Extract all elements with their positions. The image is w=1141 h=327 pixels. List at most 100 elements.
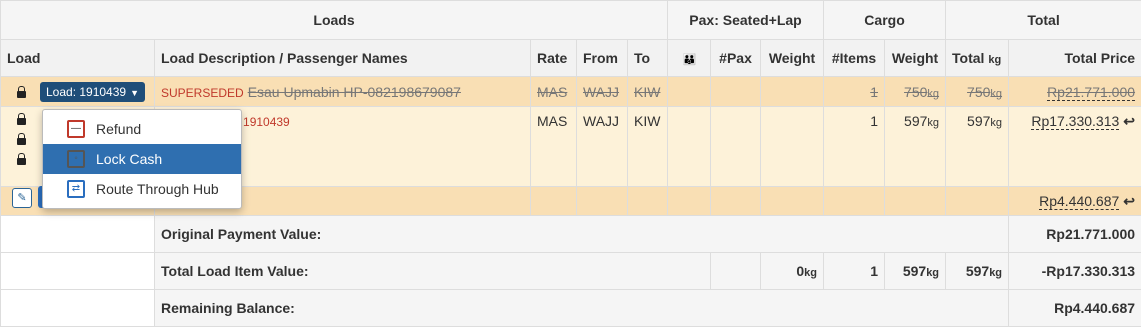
load-cell: Load: 1910439 ▼ [1,77,155,107]
group-header-loads: Loads [1,1,668,40]
lock-icon [17,158,26,165]
col-num-items: #Items [824,40,885,77]
num-pax-cell [711,77,761,107]
pax-icon-cell [668,187,711,216]
group-header-pax: Pax: Seated+Lap [668,1,824,40]
weight-cell [761,107,824,187]
total-kg-cell: 750kg [946,77,1009,107]
edit-icon[interactable]: ✎ [12,188,32,208]
summary-label: Total Load Item Value: [155,253,711,290]
load-dropdown-label: Load: 1910439 [46,85,126,99]
price-cell: Rp17.330.313↩ [1009,107,1141,187]
items-cell: 1 [824,107,885,187]
rate-cell: MAS [531,107,577,187]
col-to: To [628,40,668,77]
col-load: Load [1,40,155,77]
menu-item-label: Refund [96,121,141,137]
summary-row-original: Original Payment Value: Rp21.771.000 [1,216,1141,253]
summary-row-items: Total Load Item Value: 0kg 1 597kg 597kg… [1,253,1141,290]
summary-value: Rp21.771.000 [1009,216,1141,253]
unit: kg [989,267,1002,279]
caret-down-icon: ▼ [130,88,139,98]
summary-value: Rp4.440.687 [1009,290,1141,327]
unit: kg [990,117,1002,129]
summary-spacer [1,216,155,253]
column-header-row: Load Load Description / Passenger Names … [1,40,1141,77]
from-cell: WAJJ [577,107,628,187]
price-cell: Rp21.771.000 [1009,77,1141,107]
summary-weight-value: 0 [796,263,804,279]
col-rate: Rate [531,40,577,77]
menu-item-label: Lock Cash [96,151,162,167]
return-arrow-icon: ↩ [1123,193,1135,209]
description-cell: SUPERSEDEDEsau Upmabin HP-082198679087 [155,77,531,107]
menu-item-refund[interactable]: — Refund [43,114,241,144]
load-dropdown-menu: — Refund ◦ Lock Cash ⇄ Route Through Hub [42,109,242,209]
summary-label: Remaining Balance: [155,290,1009,327]
return-arrow-icon: ↩ [1123,113,1135,129]
summary-row-remaining: Remaining Balance: Rp4.440.687 [1,290,1141,327]
price-cell: Rp4.440.687↩ [1009,187,1141,216]
summary-num-pax [711,253,761,290]
col-weight: Weight [761,40,824,77]
price-value[interactable]: Rp17.330.313 [1031,113,1119,130]
price-value[interactable]: Rp4.440.687 [1039,193,1119,210]
load-dropdown-button[interactable]: Load: 1910439 ▼ [40,82,145,102]
col-pax-icon: 👪 [668,40,711,77]
summary-items: 1 [824,253,885,290]
total-kg-cell [946,187,1009,216]
route-hub-icon: ⇄ [67,180,85,198]
summary-weight: 0kg [761,253,824,290]
people-icon: 👪 [683,54,696,66]
menu-item-route-through-hub[interactable]: ⇄ Route Through Hub [43,174,241,204]
rate-cell: MAS [531,77,577,107]
unit: kg [990,88,1002,100]
summary-cargo-weight: 597kg [885,253,946,290]
menu-item-label: Route Through Hub [96,181,219,197]
total-kg-cell: 597kg [946,107,1009,187]
minus-box-icon: — [67,120,85,138]
col-total-kg-label: Total [952,50,984,66]
to-cell: KIW [628,77,668,107]
from-cell [577,187,628,216]
lock-icon [17,118,26,125]
to-cell [628,187,668,216]
col-total-price: Total Price [1009,40,1141,77]
group-header-row: Loads Pax: Seated+Lap Cargo Total [1,1,1141,40]
table-row: Load: 1910439 ▼ SUPERSEDEDEsau Upmabin HP… [1,77,1141,107]
col-description: Load Description / Passenger Names [155,40,531,77]
pax-icon-cell [668,107,711,187]
rate-cell [531,187,577,216]
summary-cargo-weight-value: 597 [903,263,926,279]
summary-total-kg: 597kg [946,253,1009,290]
num-pax-cell [711,107,761,187]
summary-total-kg-value: 597 [966,263,989,279]
pax-icon-cell [668,77,711,107]
group-header-total: Total [946,1,1141,40]
price-value: Rp21.771.000 [1047,84,1135,101]
total-kg-value: 597 [967,113,990,129]
cargo-weight-value: 750 [904,84,927,100]
unit: kg [926,267,939,279]
cargo-weight-cell: 750kg [885,77,946,107]
col-total-kg-unit: kg [988,54,1001,66]
cargo-weight-value: 597 [904,113,927,129]
weight-cell [761,77,824,107]
total-kg-value: 750 [967,84,990,100]
lock-icon [17,138,26,145]
lock-cash-icon: ◦ [67,150,85,168]
cargo-weight-cell [885,187,946,216]
unit: kg [927,88,939,100]
weight-cell [761,187,824,216]
summary-value: -Rp17.330.313 [1009,253,1141,290]
group-header-cargo: Cargo [824,1,946,40]
menu-item-lock-cash[interactable]: ◦ Lock Cash [43,144,241,174]
lock-icon [17,91,26,98]
col-from: From [577,40,628,77]
items-cell: 1 [824,77,885,107]
from-cell: WAJJ [577,77,628,107]
unit: kg [927,117,939,129]
col-total-kg: Total kg [946,40,1009,77]
unit: kg [804,267,817,279]
items-cell [824,187,885,216]
